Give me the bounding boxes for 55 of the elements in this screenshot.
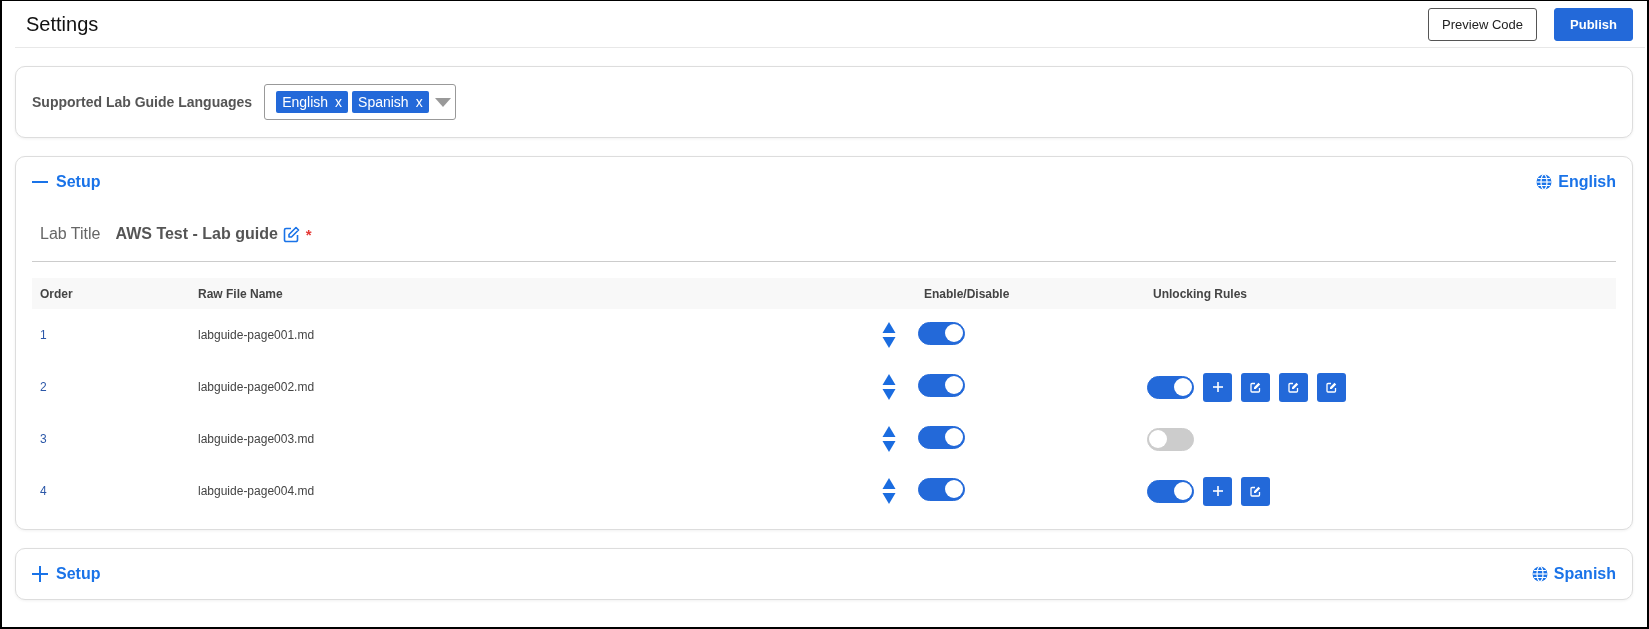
order-cell-text: 1 [39, 328, 48, 342]
edit-icon [1326, 381, 1337, 393]
page-title: Settings [26, 12, 99, 36]
edit-rule-button[interactable] [1279, 372, 1308, 402]
required-mark: * [305, 225, 312, 243]
unlock-switch[interactable] [1147, 479, 1194, 503]
section-toggle[interactable]: Setup [32, 565, 101, 583]
file-name-cell-text: labguide-page003.md [198, 432, 316, 446]
edit-icon [1250, 381, 1261, 393]
section-language: English [1558, 173, 1616, 191]
plus-icon [1212, 382, 1223, 392]
file-name-cell-text: labguide-page004.md [198, 484, 316, 498]
edit-rule-button[interactable] [1241, 476, 1270, 506]
reorder-icon[interactable] [882, 425, 896, 453]
reorder-icon[interactable] [882, 477, 896, 505]
edit-rule-button[interactable] [1317, 372, 1346, 402]
section-toggle[interactable]: Setup [32, 173, 101, 191]
edit-rule-button[interactable] [1241, 372, 1270, 402]
add-rule-button[interactable] [1203, 476, 1232, 506]
column-header: Raw File Name [198, 286, 284, 301]
plus-icon [1212, 486, 1223, 496]
lab-title: AWS Test - Lab guide [115, 225, 278, 243]
enable-switch[interactable] [918, 322, 965, 345]
publish-button[interactable]: Publish [1554, 7, 1633, 41]
column-header: Unlocking Rules [1153, 286, 1247, 301]
tag-label: English [282, 94, 329, 110]
reorder-icon[interactable] [882, 373, 896, 401]
globe-icon [1531, 566, 1548, 582]
file-name-cell-text: labguide-page002.md [198, 380, 316, 394]
column-header: Order [39, 286, 74, 301]
order-cell-text: 2 [39, 380, 48, 394]
enable-switch[interactable] [918, 374, 965, 397]
preview-button[interactable]: Preview Code [1428, 7, 1538, 41]
caret-icon[interactable] [434, 97, 451, 107]
lab-title-label: Lab Title [40, 225, 101, 243]
enable-switch[interactable] [918, 426, 965, 449]
language-select[interactable]: English x Spanish x [264, 84, 456, 120]
edit-icon[interactable] [282, 225, 300, 243]
column-header: Enable/Disable [924, 286, 1011, 301]
edit-icon [1288, 381, 1299, 393]
edit-icon [1250, 485, 1261, 497]
remove-tag[interactable]: x [335, 94, 343, 110]
order-cell-text: 3 [39, 432, 48, 446]
enable-switch[interactable] [918, 478, 965, 501]
file-name-cell-text: labguide-page001.md [198, 328, 316, 342]
expand-icon [32, 566, 48, 582]
section-language: Spanish [1553, 565, 1616, 583]
globe-icon [1536, 174, 1553, 190]
unlock-switch[interactable] [1147, 375, 1194, 399]
tag-label: Spanish [358, 94, 409, 110]
remove-tag[interactable]: x [415, 94, 423, 110]
add-rule-button[interactable] [1203, 372, 1232, 402]
order-cell-text: 4 [39, 484, 48, 498]
reorder-icon[interactable] [882, 321, 896, 349]
languages-label: Supported Lab Guide Languages [32, 94, 253, 110]
